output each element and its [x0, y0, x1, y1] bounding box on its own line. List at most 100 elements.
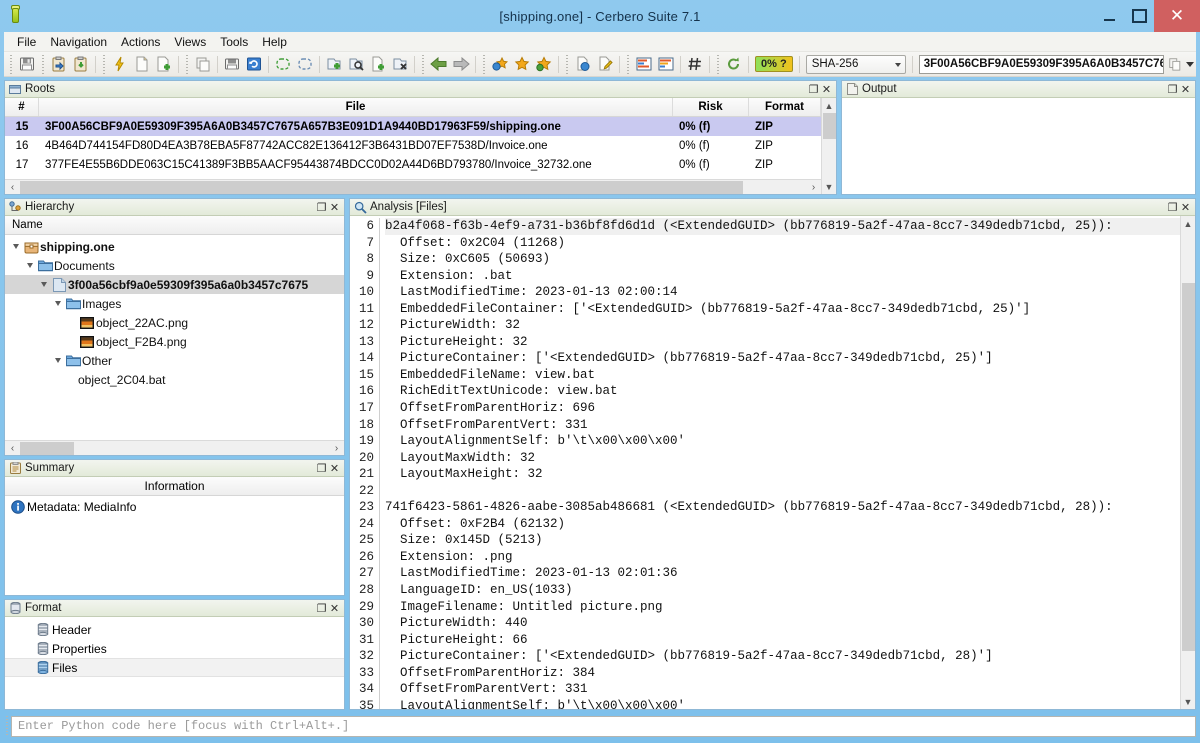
tree-node-documents[interactable]: Documents — [5, 256, 344, 275]
hash-icon[interactable] — [684, 54, 706, 75]
scroll-left-icon[interactable]: ‹ — [5, 182, 20, 193]
toolbar-grip-5[interactable] — [420, 54, 426, 74]
scroll-down-icon[interactable]: ▼ — [822, 179, 837, 194]
code-line[interactable]: OffsetFromParentVert: 331 — [385, 417, 1180, 434]
add-file-icon[interactable] — [153, 54, 175, 75]
quick-action-icon[interactable] — [109, 54, 131, 75]
copy-hash-icon[interactable] — [1166, 54, 1184, 75]
import-clipboard-icon[interactable] — [48, 54, 70, 75]
menu-views[interactable]: Views — [167, 33, 213, 51]
python-bar-grip[interactable] — [4, 716, 11, 736]
scroll-down-icon[interactable]: ▼ — [1181, 694, 1196, 709]
analysis-code-view[interactable]: 6 7 8 9 10 11 12 13 14 15 16 17 18 19 20 21 22 23 24 25 26 27… — [350, 216, 1195, 709]
code-line[interactable]: OffsetFromParentHoriz: 384 — [385, 665, 1180, 682]
code-line[interactable]: LastModifiedTime: 2023-01-13 02:00:14 — [385, 284, 1180, 301]
toolbar-grip-8[interactable] — [625, 54, 631, 74]
code-line[interactable]: PictureHeight: 66 — [385, 632, 1180, 649]
code-line[interactable]: LayoutMaxWidth: 32 — [385, 450, 1180, 467]
roots-vertical-scrollbar[interactable]: ▲ ▼ — [821, 98, 836, 194]
code-line[interactable]: Size: 0x145D (5213) — [385, 532, 1180, 549]
vscroll-track[interactable] — [1181, 231, 1196, 694]
scan-globe-icon[interactable] — [572, 54, 594, 75]
hscroll-track[interactable] — [20, 441, 329, 455]
expander-icon[interactable] — [37, 282, 50, 287]
hierarchy-float-button[interactable]: ❐ — [315, 201, 328, 214]
toolbar-grip-2[interactable] — [40, 54, 46, 74]
expander-icon[interactable] — [23, 263, 36, 268]
hash-options-chevron-icon[interactable] — [1184, 54, 1196, 75]
code-line[interactable]: Size: 0xC605 (50693) — [385, 251, 1180, 268]
copy-icon[interactable] — [192, 54, 214, 75]
tree-node-other[interactable]: Other — [5, 351, 344, 370]
scroll-up-icon[interactable]: ▲ — [1181, 216, 1196, 231]
risk-indicator[interactable]: 0% ? — [755, 56, 793, 72]
code-line[interactable]: LastModifiedTime: 2023-01-13 02:01:36 — [385, 565, 1180, 582]
toolbar-grip-7[interactable] — [564, 54, 570, 74]
analysis-float-button[interactable]: ❐ — [1166, 201, 1179, 214]
menu-help[interactable]: Help — [255, 33, 294, 51]
code-line[interactable]: Extension: .png — [385, 549, 1180, 566]
python-code-input[interactable]: Enter Python code here [focus with Ctrl+… — [11, 715, 1196, 737]
code-line[interactable]: Offset: 0xF2B4 (62132) — [385, 516, 1180, 533]
hierarchy-close-button[interactable]: ✕ — [328, 201, 341, 214]
toolbar-grip-9[interactable] — [715, 54, 721, 74]
tree-node-shipping-one[interactable]: shipping.one — [5, 237, 344, 256]
list-item[interactable]: Metadata: MediaInfo — [5, 496, 344, 517]
code-line[interactable]: 741f6423-5861-4826-aabe-3085ab486681 (<E… — [385, 499, 1180, 516]
output-float-button[interactable]: ❐ — [1166, 83, 1179, 96]
code-line[interactable]: EmbeddedFileName: view.bat — [385, 367, 1180, 384]
code-line[interactable]: b2a4f068-f63b-4ef9-a731-b36bf8fd6d1d (<E… — [385, 218, 1180, 235]
roots-col-risk[interactable]: Risk — [673, 98, 749, 116]
format-item-header[interactable]: Header — [5, 620, 344, 639]
format-item-files[interactable]: Files — [5, 658, 344, 677]
edit-note-icon[interactable] — [594, 54, 616, 75]
code-line[interactable] — [385, 483, 1180, 500]
select-all-icon[interactable] — [272, 54, 294, 75]
add-object-icon[interactable] — [323, 54, 345, 75]
code-line[interactable]: PictureContainer: ['<ExtendedGUID> (bb77… — [385, 350, 1180, 367]
delete-object-icon[interactable] — [389, 54, 411, 75]
format-float-button[interactable]: ❐ — [315, 602, 328, 615]
search-object-icon[interactable] — [345, 54, 367, 75]
forward-arrow-icon[interactable] — [450, 54, 472, 75]
roots-col-format[interactable]: Format — [749, 98, 821, 116]
tree-node-3f00a56cbf9a[interactable]: 3f00a56cbf9a0e59309f395a6a0b3457c7675 — [5, 275, 344, 294]
menu-navigation[interactable]: Navigation — [43, 33, 114, 51]
tree-node-object-f2b4-png[interactable]: object_F2B4.png — [5, 332, 344, 351]
code-line[interactable]: ImageFilename: Untitled picture.png — [385, 599, 1180, 616]
reload-icon[interactable] — [723, 54, 745, 75]
format-close-button[interactable]: ✕ — [328, 602, 341, 615]
code-line[interactable]: LanguageID: en_US(1033) — [385, 582, 1180, 599]
roots-col-file[interactable]: File — [39, 98, 673, 116]
analysis-text[interactable]: b2a4f068-f63b-4ef9-a731-b36bf8fd6d1d (<E… — [380, 218, 1180, 709]
scroll-right-icon[interactable]: › — [329, 443, 344, 454]
summary-float-button[interactable]: ❐ — [315, 462, 328, 475]
summary-column-header[interactable]: Information — [5, 477, 344, 496]
toolbar-grip-3[interactable] — [101, 54, 107, 74]
menu-actions[interactable]: Actions — [114, 33, 167, 51]
code-line[interactable]: OffsetFromParentHoriz: 696 — [385, 400, 1180, 417]
bookmark-add-icon[interactable] — [533, 54, 555, 75]
tree-node-object-2c04-bat[interactable]: object_2C04.bat — [5, 370, 344, 389]
hierarchy-column-header[interactable]: Name — [5, 216, 344, 235]
bookmark-globe-icon[interactable] — [489, 54, 511, 75]
new-file-icon[interactable] — [131, 54, 153, 75]
code-line[interactable]: PictureWidth: 32 — [385, 317, 1180, 334]
code-line[interactable]: PictureWidth: 440 — [385, 615, 1180, 632]
summary-close-button[interactable]: ✕ — [328, 462, 341, 475]
output-close-button[interactable]: ✕ — [1179, 83, 1192, 96]
hierarchy-horizontal-scrollbar[interactable]: ‹ › — [5, 440, 344, 455]
add-page-icon[interactable] — [367, 54, 389, 75]
export-clipboard-icon[interactable] — [70, 54, 92, 75]
table-row[interactable]: 15 3F00A56CBF9A0E59309F395A6A0B3457C7675… — [5, 117, 821, 136]
analysis-close-button[interactable]: ✕ — [1179, 201, 1192, 214]
tree-node-images[interactable]: Images — [5, 294, 344, 313]
save-icon[interactable] — [16, 54, 38, 75]
layout-left-icon[interactable] — [633, 54, 655, 75]
scroll-left-icon[interactable]: ‹ — [5, 443, 20, 454]
toolbar-grip-6[interactable] — [481, 54, 487, 74]
table-row[interactable]: 17 377FE4E55B6DDE063C15C41389F3BB5AACF95… — [5, 155, 821, 174]
toolbar-grip-4[interactable] — [184, 54, 190, 74]
table-row[interactable]: 16 4B464D744154FD80D4EA3B78EBA5F87742ACC… — [5, 136, 821, 155]
code-line[interactable]: EmbeddedFileContainer: ['<ExtendedGUID> … — [385, 301, 1180, 318]
